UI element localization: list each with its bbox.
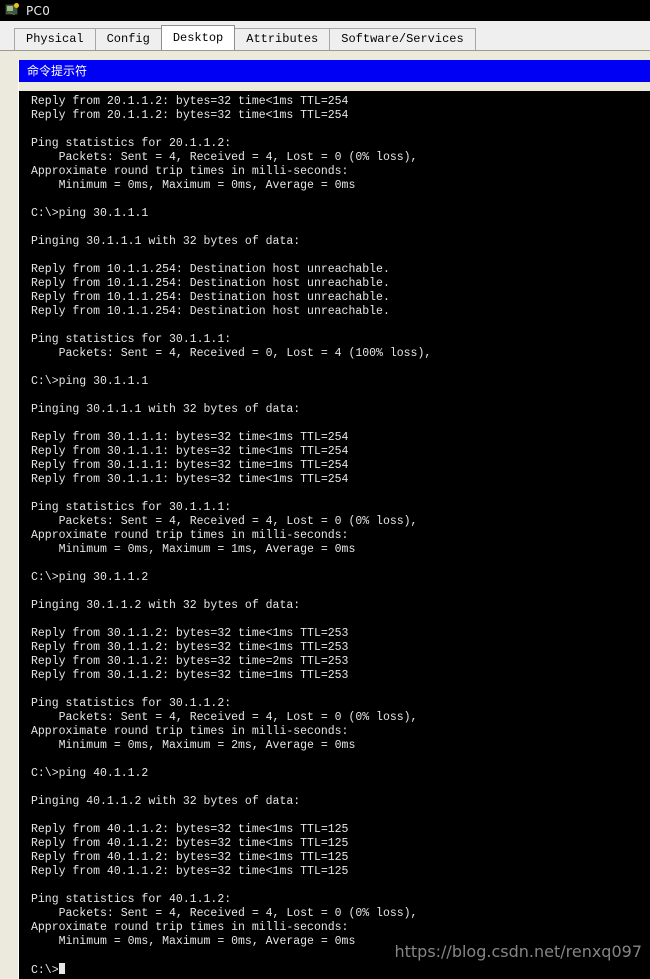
- terminal-line: Ping statistics for 30.1.1.1:: [31, 501, 232, 514]
- terminal-line: Approximate round trip times in milli-se…: [31, 529, 349, 542]
- terminal-line: Approximate round trip times in milli-se…: [31, 921, 349, 934]
- terminal-line: Reply from 40.1.1.2: bytes=32 time<1ms T…: [31, 837, 349, 850]
- tab-software-services[interactable]: Software/Services: [329, 28, 476, 50]
- terminal-line: Pinging 30.1.1.2 with 32 bytes of data:: [31, 599, 301, 612]
- terminal-line: Reply from 30.1.1.1: bytes=32 time<1ms T…: [31, 473, 349, 486]
- terminal-line: Ping statistics for 20.1.1.2:: [31, 137, 232, 150]
- window-titlebar: PC0: [0, 0, 650, 21]
- terminal-line: Pinging 40.1.1.2 with 32 bytes of data:: [31, 795, 301, 808]
- command-prompt-toolbar-gap: [19, 82, 650, 91]
- pc-device-icon: [4, 3, 20, 18]
- terminal-line: Packets: Sent = 4, Received = 4, Lost = …: [31, 515, 418, 528]
- terminal-line: Minimum = 0ms, Maximum = 0ms, Average = …: [31, 935, 356, 948]
- terminal-cursor: [58, 963, 65, 974]
- terminal-line: Reply from 10.1.1.254: Destination host …: [31, 305, 390, 318]
- terminal-line: Packets: Sent = 4, Received = 4, Lost = …: [31, 151, 418, 164]
- command-prompt-titlebar: 命令提示符: [19, 60, 650, 82]
- window-title: PC0: [26, 3, 51, 18]
- terminal-line: Minimum = 0ms, Maximum = 0ms, Average = …: [31, 179, 356, 192]
- terminal-line: Reply from 40.1.1.2: bytes=32 time<1ms T…: [31, 865, 349, 878]
- terminal-line: Reply from 10.1.1.254: Destination host …: [31, 277, 390, 290]
- terminal-line: Reply from 40.1.1.2: bytes=32 time<1ms T…: [31, 851, 349, 864]
- terminal-line: Reply from 30.1.1.1: bytes=32 time=1ms T…: [31, 459, 349, 472]
- terminal-line: Reply from 30.1.1.2: bytes=32 time=2ms T…: [31, 655, 349, 668]
- device-tabs: Physical Config Desktop Attributes Softw…: [0, 21, 650, 51]
- terminal-line: Reply from 30.1.1.2: bytes=32 time<1ms T…: [31, 641, 349, 654]
- terminal-line: Ping statistics for 40.1.1.2:: [31, 893, 232, 906]
- tab-config[interactable]: Config: [94, 28, 162, 50]
- terminal-line: Reply from 30.1.1.1: bytes=32 time<1ms T…: [31, 431, 349, 444]
- terminal-line: Reply from 10.1.1.254: Destination host …: [31, 263, 390, 276]
- terminal-line: C:\>ping 40.1.1.2: [31, 767, 149, 780]
- terminal-line: Reply from 20.1.1.2: bytes=32 time<1ms T…: [31, 95, 349, 108]
- terminal-line: Ping statistics for 30.1.1.1:: [31, 333, 232, 346]
- terminal-line: C:\>ping 30.1.1.2: [31, 571, 149, 584]
- terminal-line: Reply from 40.1.1.2: bytes=32 time<1ms T…: [31, 823, 349, 836]
- terminal-line: Packets: Sent = 4, Received = 4, Lost = …: [31, 907, 418, 920]
- terminal-line: Packets: Sent = 4, Received = 4, Lost = …: [31, 711, 418, 724]
- terminal-line: Pinging 30.1.1.1 with 32 bytes of data:: [31, 403, 301, 416]
- terminal-prompt: C:\>: [31, 964, 59, 977]
- terminal-line: Reply from 20.1.1.2: bytes=32 time<1ms T…: [31, 109, 349, 122]
- terminal-line: Approximate round trip times in milli-se…: [31, 725, 349, 738]
- tab-physical[interactable]: Physical: [14, 28, 96, 50]
- tab-attributes[interactable]: Attributes: [234, 28, 331, 50]
- terminal-line: Packets: Sent = 4, Received = 0, Lost = …: [31, 347, 432, 360]
- terminal-line: C:\>ping 30.1.1.1: [31, 207, 149, 220]
- command-prompt-window: 命令提示符 Reply from 20.1.1.2: bytes=32 time…: [18, 60, 650, 979]
- terminal-line: Ping statistics for 30.1.1.2:: [31, 697, 232, 710]
- terminal-line: Pinging 30.1.1.1 with 32 bytes of data:: [31, 235, 301, 248]
- terminal-line: Approximate round trip times in milli-se…: [31, 165, 349, 178]
- terminal-line: Reply from 30.1.1.1: bytes=32 time<1ms T…: [31, 445, 349, 458]
- terminal-line: Reply from 30.1.1.2: bytes=32 time=1ms T…: [31, 669, 349, 682]
- terminal-line: C:\>ping 30.1.1.1: [31, 375, 149, 388]
- tab-desktop[interactable]: Desktop: [160, 25, 236, 50]
- terminal-line: Reply from 10.1.1.254: Destination host …: [31, 291, 390, 304]
- terminal-line: Minimum = 0ms, Maximum = 2ms, Average = …: [31, 739, 356, 752]
- terminal-line: Reply from 30.1.1.2: bytes=32 time<1ms T…: [31, 627, 349, 640]
- terminal-line: Minimum = 0ms, Maximum = 1ms, Average = …: [31, 543, 356, 556]
- terminal-output[interactable]: Reply from 20.1.1.2: bytes=32 time<1ms T…: [23, 91, 650, 979]
- terminal-prompt-line[interactable]: C:\>: [31, 963, 650, 977]
